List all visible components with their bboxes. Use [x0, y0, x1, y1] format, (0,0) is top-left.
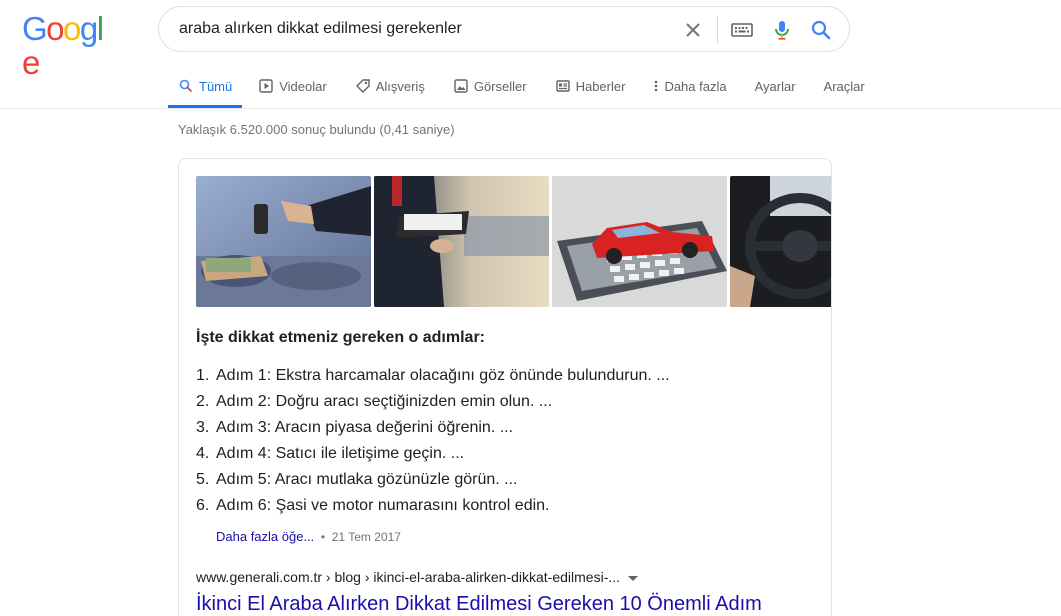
tab-more[interactable]: Daha fazla: [651, 68, 728, 104]
step-text: Adım 1: Ekstra harcamalar olacağını göz …: [216, 367, 670, 384]
search-divider: [717, 16, 718, 44]
tab-tools[interactable]: Araçlar: [822, 68, 867, 104]
logo-letter: e: [22, 44, 40, 81]
result-title-link[interactable]: İkinci El Araba Alırken Dikkat Edilmesi …: [196, 593, 762, 616]
newspaper-icon: [555, 78, 571, 94]
snippet-image-row: [196, 176, 831, 307]
dropdown-arrow-icon[interactable]: [628, 575, 639, 581]
snippet-heading: İşte dikkat etmeniz gereken o adımlar:: [196, 329, 485, 346]
tab-videos[interactable]: Videolar: [256, 68, 328, 104]
google-logo[interactable]: Googl e: [22, 10, 118, 80]
logo-letter: l: [96, 10, 104, 47]
snippet-date: 21 Tem 2017: [331, 530, 401, 544]
tab-all[interactable]: Tümü: [168, 68, 243, 108]
tag-icon: [355, 78, 371, 94]
car-keys-handover-photo[interactable]: [196, 176, 371, 307]
tab-news[interactable]: Haberler: [553, 68, 628, 104]
play-icon: [258, 78, 274, 94]
search-input[interactable]: araba alırken dikkat edilmesi gerekenler: [179, 20, 462, 38]
featured-snippet: İşte dikkat etmeniz gereken o adımlar: 1…: [178, 158, 832, 616]
steering-wheel-photo[interactable]: [730, 176, 831, 307]
microphone-icon[interactable]: [770, 18, 794, 42]
tab-label: Haberler: [575, 78, 626, 94]
list-item: 5. Adım 5: Aracı mutlaka gözünüzle görün.…: [196, 467, 670, 493]
more-vert-icon: [653, 78, 659, 94]
logo-letter: G: [22, 10, 48, 47]
tab-label: Daha fazla: [664, 78, 727, 94]
list-item: 4. Adım 4: Satıcı ile iletişime geçin. ..…: [196, 441, 670, 467]
close-icon[interactable]: [681, 18, 705, 42]
tabs-divider: [0, 108, 1061, 109]
step-number: 5.: [196, 471, 210, 488]
step-text: Adım 2: Doğru aracı seçtiğinizden emin o…: [216, 393, 553, 410]
tab-label: Videolar: [279, 78, 327, 94]
tab-label: Araçlar: [823, 78, 865, 94]
more-items-row: Daha fazla öğe... • 21 Tem 2017: [216, 529, 401, 544]
more-items-link[interactable]: Daha fazla öğe...: [216, 529, 314, 544]
result-stats: Yaklaşık 6.520.000 sonuç bulundu (0,41 s…: [178, 122, 455, 137]
tab-label: Tümü: [199, 78, 233, 94]
search-tabs: Tümü Videolar Alışveriş Görseller Haberl…: [168, 68, 891, 108]
step-text: Adım 3: Aracın piyasa değerini öğrenin. …: [216, 419, 514, 436]
step-text: Adım 6: Şasi ve motor numarasını kontrol…: [216, 497, 550, 514]
step-number: 2.: [196, 393, 210, 410]
step-text: Adım 4: Satıcı ile iletişime geçin. ...: [216, 445, 465, 462]
step-number: 1.: [196, 367, 210, 384]
logo-letter: o: [63, 10, 81, 47]
list-item: 1. Adım 1: Ekstra harcamalar olacağını gö…: [196, 363, 670, 389]
tab-label: Ayarlar: [754, 78, 796, 94]
tab-label: Görseller: [473, 78, 527, 94]
search-icon: [178, 78, 194, 94]
step-text: Adım 5: Aracı mutlaka gözünüzle görün. .…: [216, 471, 518, 488]
search-box[interactable]: araba alırken dikkat edilmesi gerekenler: [158, 6, 850, 52]
step-number: 6.: [196, 497, 210, 514]
snippet-step-list: 1. Adım 1: Ekstra harcamalar olacağını gö…: [196, 363, 670, 519]
tab-shopping[interactable]: Alışveriş: [353, 68, 427, 104]
clipboard-inspection-photo[interactable]: [374, 176, 549, 307]
step-number: 4.: [196, 445, 210, 462]
bullet-separator: •: [320, 530, 326, 544]
step-number: 3.: [196, 419, 210, 436]
list-item: 6. Adım 6: Şasi ve motor numarasını kontr…: [196, 493, 670, 519]
logo-letter: g: [79, 10, 98, 47]
search-icon[interactable]: [809, 18, 833, 42]
result-url[interactable]: www.generali.com.tr › blog › ikinci-el-a…: [196, 569, 639, 585]
keyboard-icon[interactable]: [730, 21, 754, 39]
list-item: 2. Adım 2: Doğru aracı seçtiğinizden emin…: [196, 389, 670, 415]
logo-letter: o: [46, 10, 64, 47]
tab-settings[interactable]: Ayarlar: [753, 68, 798, 104]
tab-label: Alışveriş: [375, 78, 425, 94]
result-url-text: www.generali.com.tr › blog › ikinci-el-a…: [196, 569, 621, 585]
red-car-on-calculator-photo[interactable]: [552, 176, 727, 307]
list-item: 3. Adım 3: Aracın piyasa değerini öğrenin…: [196, 415, 670, 441]
tab-images[interactable]: Görseller: [451, 68, 529, 104]
image-icon: [453, 78, 469, 94]
